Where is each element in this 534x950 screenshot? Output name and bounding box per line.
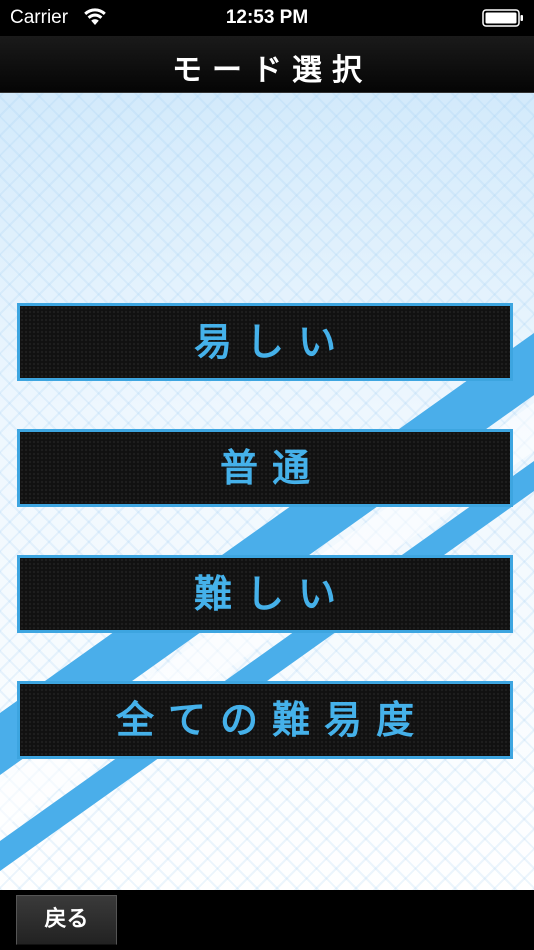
mode-hard-label: 難しい (193, 572, 350, 616)
status-time: 12:53 PM (225, 7, 309, 28)
page-title: モード選択 (172, 53, 372, 88)
mode-easy-label: 易しい (193, 320, 350, 364)
mode-hard-button[interactable]: 難しい (17, 555, 513, 633)
back-button[interactable]: 戻る (16, 895, 117, 945)
title-bar: モード選択 (0, 36, 534, 93)
mode-list-panel: 易しい 普通 難しい 全ての難易度 (0, 93, 534, 890)
mode-select-screen: Carrier 12:53 PM モード選択 易しい 普通 難しい 全ての難易度… (0, 0, 534, 950)
bottom-toolbar: 戻る (0, 890, 534, 950)
mode-all-button[interactable]: 全ての難易度 (17, 681, 513, 759)
mode-normal-button[interactable]: 普通 (17, 429, 513, 507)
status-bar: Carrier 12:53 PM (0, 0, 534, 36)
mode-normal-label: 普通 (219, 446, 324, 490)
battery-icon (482, 9, 523, 27)
mode-all-label: 全ての難易度 (115, 698, 428, 742)
mode-easy-button[interactable]: 易しい (17, 303, 513, 381)
